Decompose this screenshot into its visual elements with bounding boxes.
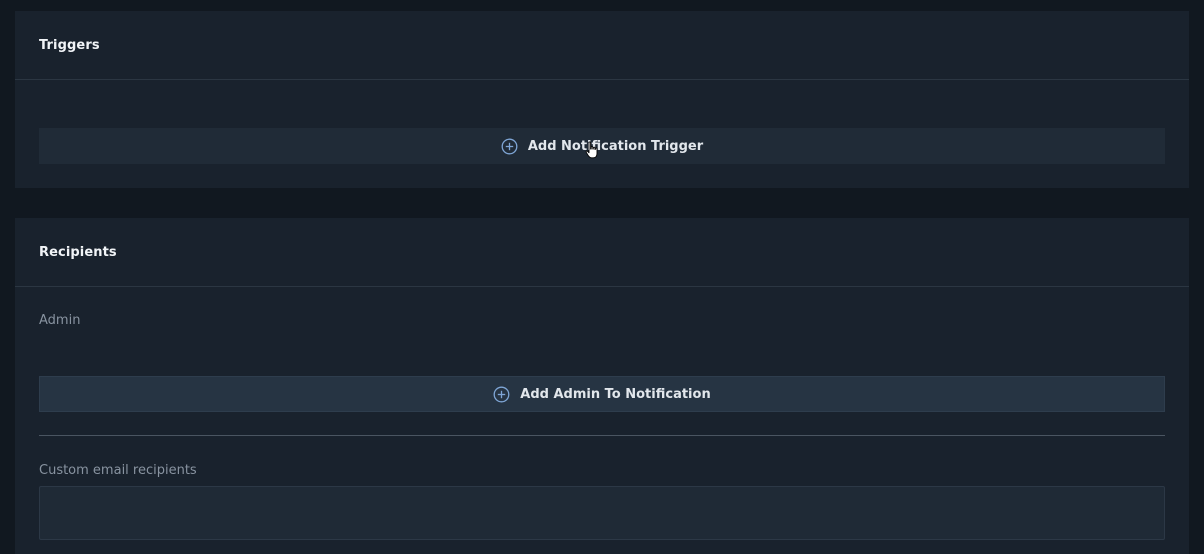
plus-circle-icon	[493, 386, 510, 403]
recipients-divider	[39, 435, 1165, 436]
plus-circle-icon	[501, 138, 518, 155]
custom-email-input[interactable]	[39, 486, 1165, 540]
add-notification-trigger-button[interactable]: Add Notification Trigger	[39, 128, 1165, 164]
add-notification-trigger-label: Add Notification Trigger	[527, 138, 704, 154]
triggers-panel: Triggers Add Notification Trigger	[15, 11, 1189, 188]
notification-settings-page: Triggers Add Notification Trigger Recipi…	[0, 0, 1204, 554]
recipients-title: Recipients	[39, 244, 117, 260]
custom-email-label: Custom email recipients	[39, 463, 197, 478]
add-admin-button[interactable]: Add Admin To Notification	[39, 376, 1165, 412]
add-admin-label: Add Admin To Notification	[520, 386, 711, 402]
admin-label: Admin	[39, 313, 81, 328]
triggers-header: Triggers	[15, 11, 1189, 80]
triggers-title: Triggers	[39, 37, 100, 53]
recipients-header: Recipients	[15, 218, 1189, 287]
recipients-panel: Recipients Admin Add Admin To Notificati…	[15, 218, 1189, 554]
